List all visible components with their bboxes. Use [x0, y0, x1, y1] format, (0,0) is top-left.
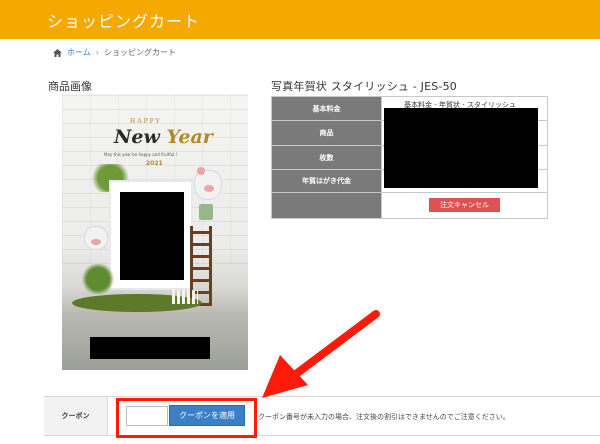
breadcrumb-home-link[interactable]: ホーム: [67, 47, 91, 58]
pig-figurine-small: [84, 226, 108, 250]
cancel-order-button[interactable]: 注文キャンセル: [429, 198, 500, 212]
table-row: [271, 192, 548, 219]
fence-decoration: [172, 290, 198, 304]
row-label: [271, 192, 382, 219]
highlight-annotation-box: [116, 398, 257, 438]
header-bar: ショッピングカート: [0, 0, 600, 39]
breadcrumb-current: ショッピングカート: [103, 48, 176, 57]
arrow-shaft: [292, 310, 380, 378]
details-redaction: [384, 108, 538, 188]
product-image: HAPPY New Year May this year be happy an…: [62, 94, 248, 370]
pig-figurine: [194, 167, 222, 200]
row-label: 枚数: [271, 145, 382, 170]
card-new-year-text: New Year: [114, 126, 213, 148]
card-happy-text: HAPPY: [130, 118, 162, 125]
image-redaction: [90, 337, 210, 359]
product-title: 写真年賀状 スタイリッシュ - JES-50: [271, 80, 458, 93]
watering-can: [199, 204, 213, 220]
card-year: 2021: [146, 160, 163, 167]
coupon-label: クーポン: [44, 397, 108, 435]
page-title: ショッピングカート: [47, 12, 201, 31]
card-year-word: Year: [166, 126, 213, 148]
card-new-text: New: [114, 126, 160, 148]
arrow-head: [262, 355, 308, 398]
row-label: 年賀はがき代金: [271, 169, 382, 193]
coupon-note: クーポン番号が未入力の場合、注文後の割引はできませんのでご注意ください。: [258, 413, 510, 421]
card-message: May this year be happy and fruitful !: [104, 152, 178, 157]
breadcrumb-separator: ›: [95, 48, 99, 57]
row-label: 商品: [271, 120, 382, 146]
breadcrumb: ホーム › ショッピングカート: [53, 47, 176, 58]
home-icon[interactable]: [53, 48, 62, 57]
row-label: 基本料金: [271, 96, 382, 121]
photo-placeholder-redacted: [120, 192, 184, 280]
product-image-heading: 商品画像: [48, 80, 92, 93]
plant-decoration: [78, 264, 118, 294]
